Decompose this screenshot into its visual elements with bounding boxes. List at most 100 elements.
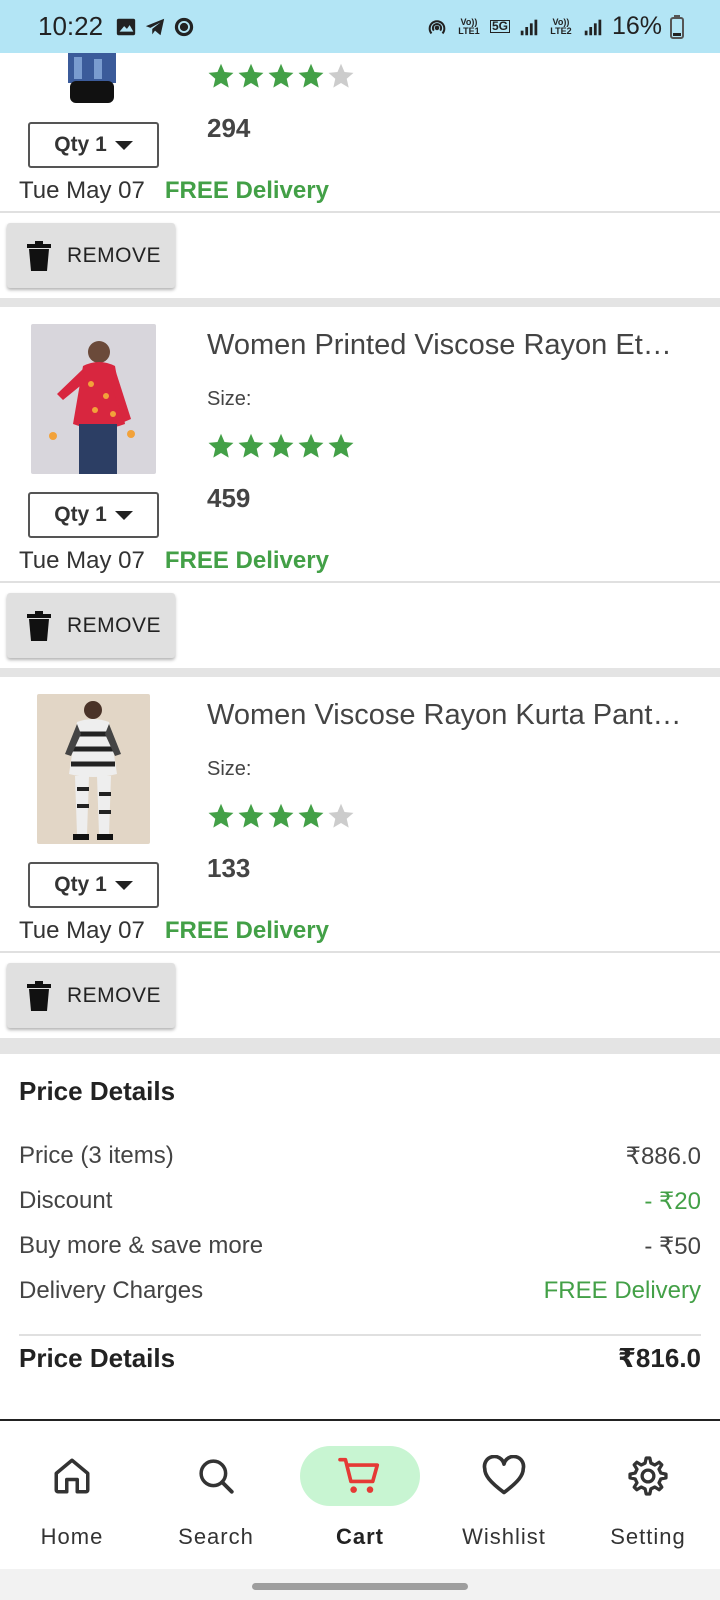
chevron-down-icon bbox=[114, 140, 133, 150]
total-value: ₹816.0 bbox=[617, 1343, 701, 1373]
discount-label: Discount bbox=[19, 1187, 113, 1214]
star-filled-icon bbox=[208, 433, 234, 458]
divider bbox=[0, 951, 720, 953]
product-price: 133 bbox=[207, 853, 251, 883]
product-title[interactable]: Women Printed Viscose Rayon Ethnic Top bbox=[207, 329, 687, 362]
nav-setting-label: Setting bbox=[610, 1524, 686, 1549]
cart-content[interactable]: 294 Qty 1 Tue May 07 FREE Delivery REMOV… bbox=[0, 53, 720, 1420]
divider bbox=[19, 1334, 701, 1336]
nav-setting-icon-wrap bbox=[588, 1446, 708, 1506]
star-filled-icon bbox=[238, 433, 264, 458]
star-filled-icon bbox=[298, 63, 324, 88]
cart-item: Women Printed Viscose Rayon Ethnic Top S… bbox=[0, 307, 720, 668]
remove-button[interactable]: REMOVE bbox=[7, 223, 175, 288]
nav-setting[interactable]: Setting bbox=[576, 1421, 720, 1571]
price-row-value: ₹886.0 bbox=[625, 1143, 701, 1170]
nav-cart[interactable]: Cart bbox=[288, 1421, 432, 1571]
buy-more-label: Buy more & save more bbox=[19, 1232, 264, 1259]
signal-icon-2 bbox=[584, 19, 602, 35]
delivery-status: FREE Delivery bbox=[164, 177, 329, 204]
star-filled-icon bbox=[238, 63, 264, 88]
hotspot-icon bbox=[428, 19, 446, 34]
rating-stars bbox=[207, 802, 355, 830]
product-image[interactable] bbox=[37, 694, 150, 844]
nav-search-label: Search bbox=[178, 1524, 254, 1549]
battery-icon bbox=[670, 14, 684, 39]
remove-label: REMOVE bbox=[67, 983, 162, 1007]
cart-item: 294 Qty 1 Tue May 07 FREE Delivery REMOV… bbox=[0, 53, 720, 298]
status-time: 10:22 bbox=[38, 11, 104, 41]
star-filled-icon bbox=[298, 433, 324, 458]
product-image[interactable] bbox=[60, 53, 124, 103]
home-icon bbox=[54, 1458, 90, 1494]
product-title[interactable]: Women Viscose Rayon Kurta Pant Set bbox=[207, 699, 687, 732]
search-icon bbox=[199, 1459, 234, 1494]
star-empty-icon bbox=[328, 803, 354, 828]
product-price: 459 bbox=[207, 483, 251, 513]
qty-dropdown[interactable]: Qty 1 bbox=[28, 862, 159, 908]
notification-icons bbox=[115, 16, 195, 38]
remove-label: REMOVE bbox=[67, 613, 162, 637]
gallery-icon bbox=[116, 18, 136, 35]
qty-dropdown[interactable]: Qty 1 bbox=[28, 492, 159, 538]
star-filled-icon bbox=[268, 433, 294, 458]
sim1-label: Vo)) LTE1 bbox=[458, 16, 480, 36]
remove-button[interactable]: REMOVE bbox=[7, 963, 175, 1028]
network-5g-label: 5G bbox=[489, 19, 510, 33]
star-filled-icon bbox=[208, 63, 234, 88]
price-details-heading: Price Details bbox=[19, 1076, 176, 1106]
star-filled-icon bbox=[208, 803, 234, 828]
nav-search[interactable]: Search bbox=[144, 1421, 288, 1571]
nav-search-icon-wrap bbox=[156, 1446, 276, 1506]
divider bbox=[0, 211, 720, 213]
divider bbox=[0, 581, 720, 583]
qty-dropdown[interactable]: Qty 1 bbox=[28, 122, 159, 168]
trash-icon bbox=[27, 980, 51, 1011]
star-filled-icon bbox=[298, 803, 324, 828]
remove-label: REMOVE bbox=[67, 243, 162, 267]
signal-icon bbox=[520, 19, 538, 35]
nav-home[interactable]: Home bbox=[0, 1421, 144, 1571]
item-separator bbox=[0, 1038, 720, 1054]
nav-cart-label: Cart bbox=[335, 1524, 384, 1549]
nav-home-icon-wrap bbox=[12, 1446, 132, 1506]
cart-item: Women Viscose Rayon Kurta Pant Set Size:… bbox=[0, 677, 720, 1038]
nav-wishlist-icon-wrap bbox=[444, 1446, 564, 1506]
item-separator bbox=[0, 668, 720, 677]
delivery-date: Tue May 07 bbox=[19, 917, 145, 944]
delivery-status: FREE Delivery bbox=[164, 917, 329, 944]
delivery-charges-label: Delivery Charges bbox=[19, 1277, 204, 1304]
buy-more-value: - ₹50 bbox=[644, 1233, 701, 1260]
nav-cart-icon-wrap bbox=[300, 1446, 420, 1506]
gear-icon bbox=[628, 1456, 668, 1496]
delivery-row: Tue May 07 FREE Delivery bbox=[19, 917, 329, 945]
nav-wishlist[interactable]: Wishlist bbox=[432, 1421, 576, 1571]
star-filled-icon bbox=[268, 803, 294, 828]
delivery-charges-row: Delivery Charges FREE Delivery bbox=[19, 1277, 701, 1305]
product-image[interactable] bbox=[31, 324, 156, 474]
total-label: Price Details bbox=[19, 1343, 176, 1373]
discount-value: - ₹20 bbox=[644, 1188, 701, 1215]
qty-label: Qty 1 bbox=[54, 503, 107, 526]
remove-button[interactable]: REMOVE bbox=[7, 593, 175, 658]
delivery-date: Tue May 07 bbox=[19, 547, 145, 574]
rating-stars bbox=[207, 432, 355, 460]
gesture-bar[interactable] bbox=[252, 1583, 468, 1590]
item-separator bbox=[0, 298, 720, 307]
size-label: Size: bbox=[207, 758, 252, 780]
star-empty-icon bbox=[328, 63, 354, 88]
chevron-down-icon bbox=[114, 880, 133, 890]
qty-label: Qty 1 bbox=[54, 133, 107, 156]
price-row: Price (3 items) ₹886.0 bbox=[19, 1142, 701, 1171]
heart-icon bbox=[482, 1455, 526, 1495]
discount-row: Discount - ₹20 bbox=[19, 1187, 701, 1216]
trash-icon bbox=[27, 240, 51, 271]
delivery-row: Tue May 07 FREE Delivery bbox=[19, 547, 329, 575]
size-label: Size: bbox=[207, 388, 252, 410]
status-bar: 10:22 Vo)) LTE1 5G Vo)) LTE2 16% bbox=[0, 0, 720, 53]
status-right: Vo)) LTE1 5G Vo)) LTE2 16% bbox=[426, 12, 684, 41]
bottom-nav: Home Search Cart Wishlist Setting bbox=[0, 1419, 720, 1569]
delivery-charges-value: FREE Delivery bbox=[543, 1277, 701, 1304]
star-filled-icon bbox=[328, 433, 354, 458]
cart-icon bbox=[338, 1457, 380, 1493]
